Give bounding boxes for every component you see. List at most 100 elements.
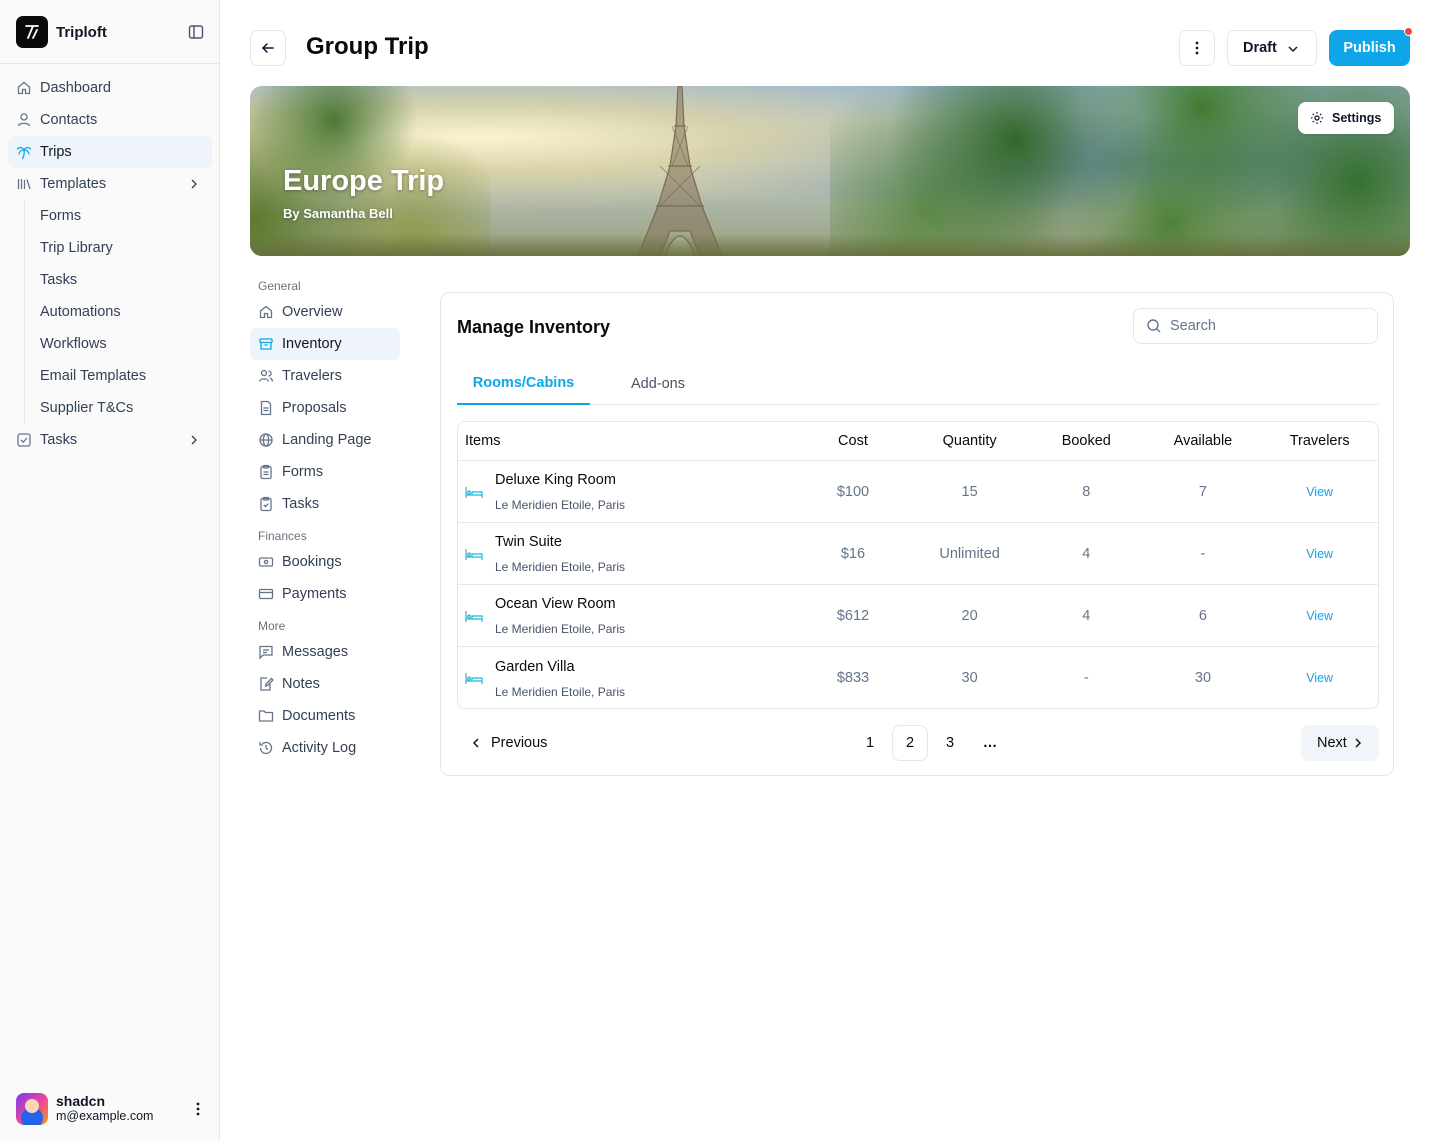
trip-nav-travelers[interactable]: Travelers — [250, 360, 400, 392]
sidebar-item-dashboard[interactable]: Dashboard — [8, 72, 212, 104]
sidebar-item-label: Email Templates — [40, 368, 147, 384]
trip-nav-bookings[interactable]: Bookings — [250, 546, 400, 578]
trip-nav-activity-log[interactable]: Activity Log — [250, 732, 400, 764]
sidebar-divider — [0, 63, 219, 64]
column-header-travelers[interactable]: Travelers — [1261, 433, 1378, 449]
sidebar-item-supplier-tcs[interactable]: Supplier T&Cs — [25, 392, 212, 424]
sidebar-item-label: Forms — [40, 208, 82, 224]
page-2-button[interactable]: 2 — [892, 725, 928, 761]
trip-cover-image: Europe Trip By Samantha Bell Settings — [250, 86, 1410, 256]
app-name: Triploft — [56, 23, 107, 41]
trip-nav-notes[interactable]: Notes — [250, 668, 400, 700]
trip-nav-label: Activity Log — [282, 740, 357, 756]
user-icon — [16, 112, 32, 128]
trip-nav-payments[interactable]: Payments — [250, 578, 400, 610]
trip-nav-tasks[interactable]: Tasks — [250, 488, 400, 520]
tab-rooms-cabins[interactable]: Rooms/Cabins — [457, 363, 590, 405]
settings-label: Settings — [1332, 111, 1382, 125]
section-label-general: General — [258, 279, 301, 293]
trip-nav-documents[interactable]: Documents — [250, 700, 400, 732]
globe-icon — [258, 432, 274, 448]
column-header-booked[interactable]: Booked — [1028, 433, 1145, 449]
trip-author: By Samantha Bell — [283, 206, 393, 221]
page-title: Group Trip — [306, 33, 429, 60]
home-icon — [258, 304, 274, 320]
sidebar-item-label: Dashboard — [40, 80, 111, 96]
cell-booked: 4 — [1082, 545, 1091, 562]
previous-button[interactable]: Previous — [457, 725, 547, 761]
sidebar-item-templates[interactable]: Templates — [8, 168, 212, 200]
trip-nav-inventory[interactable]: Inventory — [250, 328, 400, 360]
table-row[interactable]: Ocean View Room Le Meridien Etoile, Pari… — [458, 585, 1378, 647]
view-travelers-link[interactable]: View — [1306, 485, 1333, 499]
chevron-right-icon — [1351, 736, 1365, 750]
search-input[interactable]: Search — [1133, 308, 1378, 344]
view-travelers-link[interactable]: View — [1306, 547, 1333, 561]
cell-quantity: 15 — [961, 483, 978, 500]
trip-nav-label: Travelers — [282, 368, 342, 384]
bed-icon — [465, 547, 483, 561]
palm-tree-icon — [16, 144, 32, 160]
sidebar-item-email-templates[interactable]: Email Templates — [25, 360, 212, 392]
bed-icon — [465, 485, 483, 499]
cell-available: - — [1200, 545, 1206, 562]
page-3-button[interactable]: 3 — [932, 725, 968, 761]
trip-nav-messages[interactable]: Messages — [250, 636, 400, 668]
trip-nav-landing-page[interactable]: Landing Page — [250, 424, 400, 456]
history-icon — [258, 740, 274, 756]
column-header-quantity[interactable]: Quantity — [911, 433, 1028, 449]
trip-nav-label: Overview — [282, 304, 343, 320]
item-name: Twin Suite — [495, 534, 562, 550]
sidebar-item-tasks[interactable]: Tasks — [8, 424, 212, 456]
view-travelers-link[interactable]: View — [1306, 671, 1333, 685]
trip-nav-label: Bookings — [282, 554, 342, 570]
folder-icon — [258, 708, 274, 724]
sidebar-item-trips[interactable]: Trips — [8, 136, 212, 168]
library-icon — [16, 176, 32, 192]
trip-nav-proposals[interactable]: Proposals — [250, 392, 400, 424]
sidebar-item-template-tasks[interactable]: Tasks — [25, 264, 212, 296]
status-select[interactable]: Draft — [1227, 30, 1317, 66]
chevron-right-icon — [186, 432, 202, 448]
card-title: Manage Inventory — [457, 317, 611, 337]
main-nav: Dashboard Contacts Trips Templates Forms… — [8, 72, 212, 456]
more-options-button[interactable] — [1179, 30, 1215, 66]
sidebar-toggle-icon[interactable] — [186, 22, 206, 42]
back-button[interactable] — [250, 30, 286, 66]
trip-nav-overview[interactable]: Overview — [250, 296, 400, 328]
column-header-cost[interactable]: Cost — [795, 433, 912, 449]
next-button[interactable]: Next — [1301, 725, 1379, 761]
previous-label: Previous — [491, 735, 548, 751]
item-location: Le Meridien Etoile, Paris — [495, 560, 626, 574]
trip-nav-label: Messages — [282, 644, 349, 660]
sidebar-item-forms[interactable]: Forms — [25, 200, 212, 232]
trip-nav-forms[interactable]: Forms — [250, 456, 400, 488]
pagination-ellipsis: … — [982, 735, 998, 751]
more-vertical-icon[interactable] — [190, 1101, 206, 1117]
tab-add-ons[interactable]: Add-ons — [610, 363, 706, 405]
sidebar-item-label: Tasks — [40, 432, 78, 448]
column-header-items[interactable]: Items — [458, 433, 795, 449]
table-row[interactable]: Garden Villa Le Meridien Etoile, Paris $… — [458, 647, 1378, 708]
sidebar-item-automations[interactable]: Automations — [25, 296, 212, 328]
gear-icon — [1310, 111, 1324, 125]
trip-nav-label: Landing Page — [282, 432, 372, 448]
search-placeholder: Search — [1170, 318, 1216, 334]
table-row[interactable]: Deluxe King Room Le Meridien Etoile, Par… — [458, 461, 1378, 523]
settings-button[interactable]: Settings — [1298, 102, 1394, 134]
sidebar-item-workflows[interactable]: Workflows — [25, 328, 212, 360]
sidebar-item-label: Supplier T&Cs — [40, 400, 134, 416]
column-header-available[interactable]: Available — [1145, 433, 1262, 449]
sidebar: Triploft Dashboard Contacts Trips Templa… — [0, 0, 220, 1141]
brand[interactable]: Triploft — [16, 16, 107, 48]
sidebar-item-contacts[interactable]: Contacts — [8, 104, 212, 136]
templates-subnav: Forms Trip Library Tasks Automations Wor… — [24, 200, 212, 424]
view-travelers-link[interactable]: View — [1306, 609, 1333, 623]
publish-button[interactable]: Publish — [1329, 27, 1413, 66]
banknote-icon — [258, 554, 274, 570]
page-1-button[interactable]: 1 — [852, 725, 888, 761]
user-profile[interactable]: shadcn m@example.com — [16, 1093, 206, 1125]
table-row[interactable]: Twin Suite Le Meridien Etoile, Paris $16… — [458, 523, 1378, 585]
section-label-finances: Finances — [258, 529, 307, 543]
sidebar-item-trip-library[interactable]: Trip Library — [25, 232, 212, 264]
